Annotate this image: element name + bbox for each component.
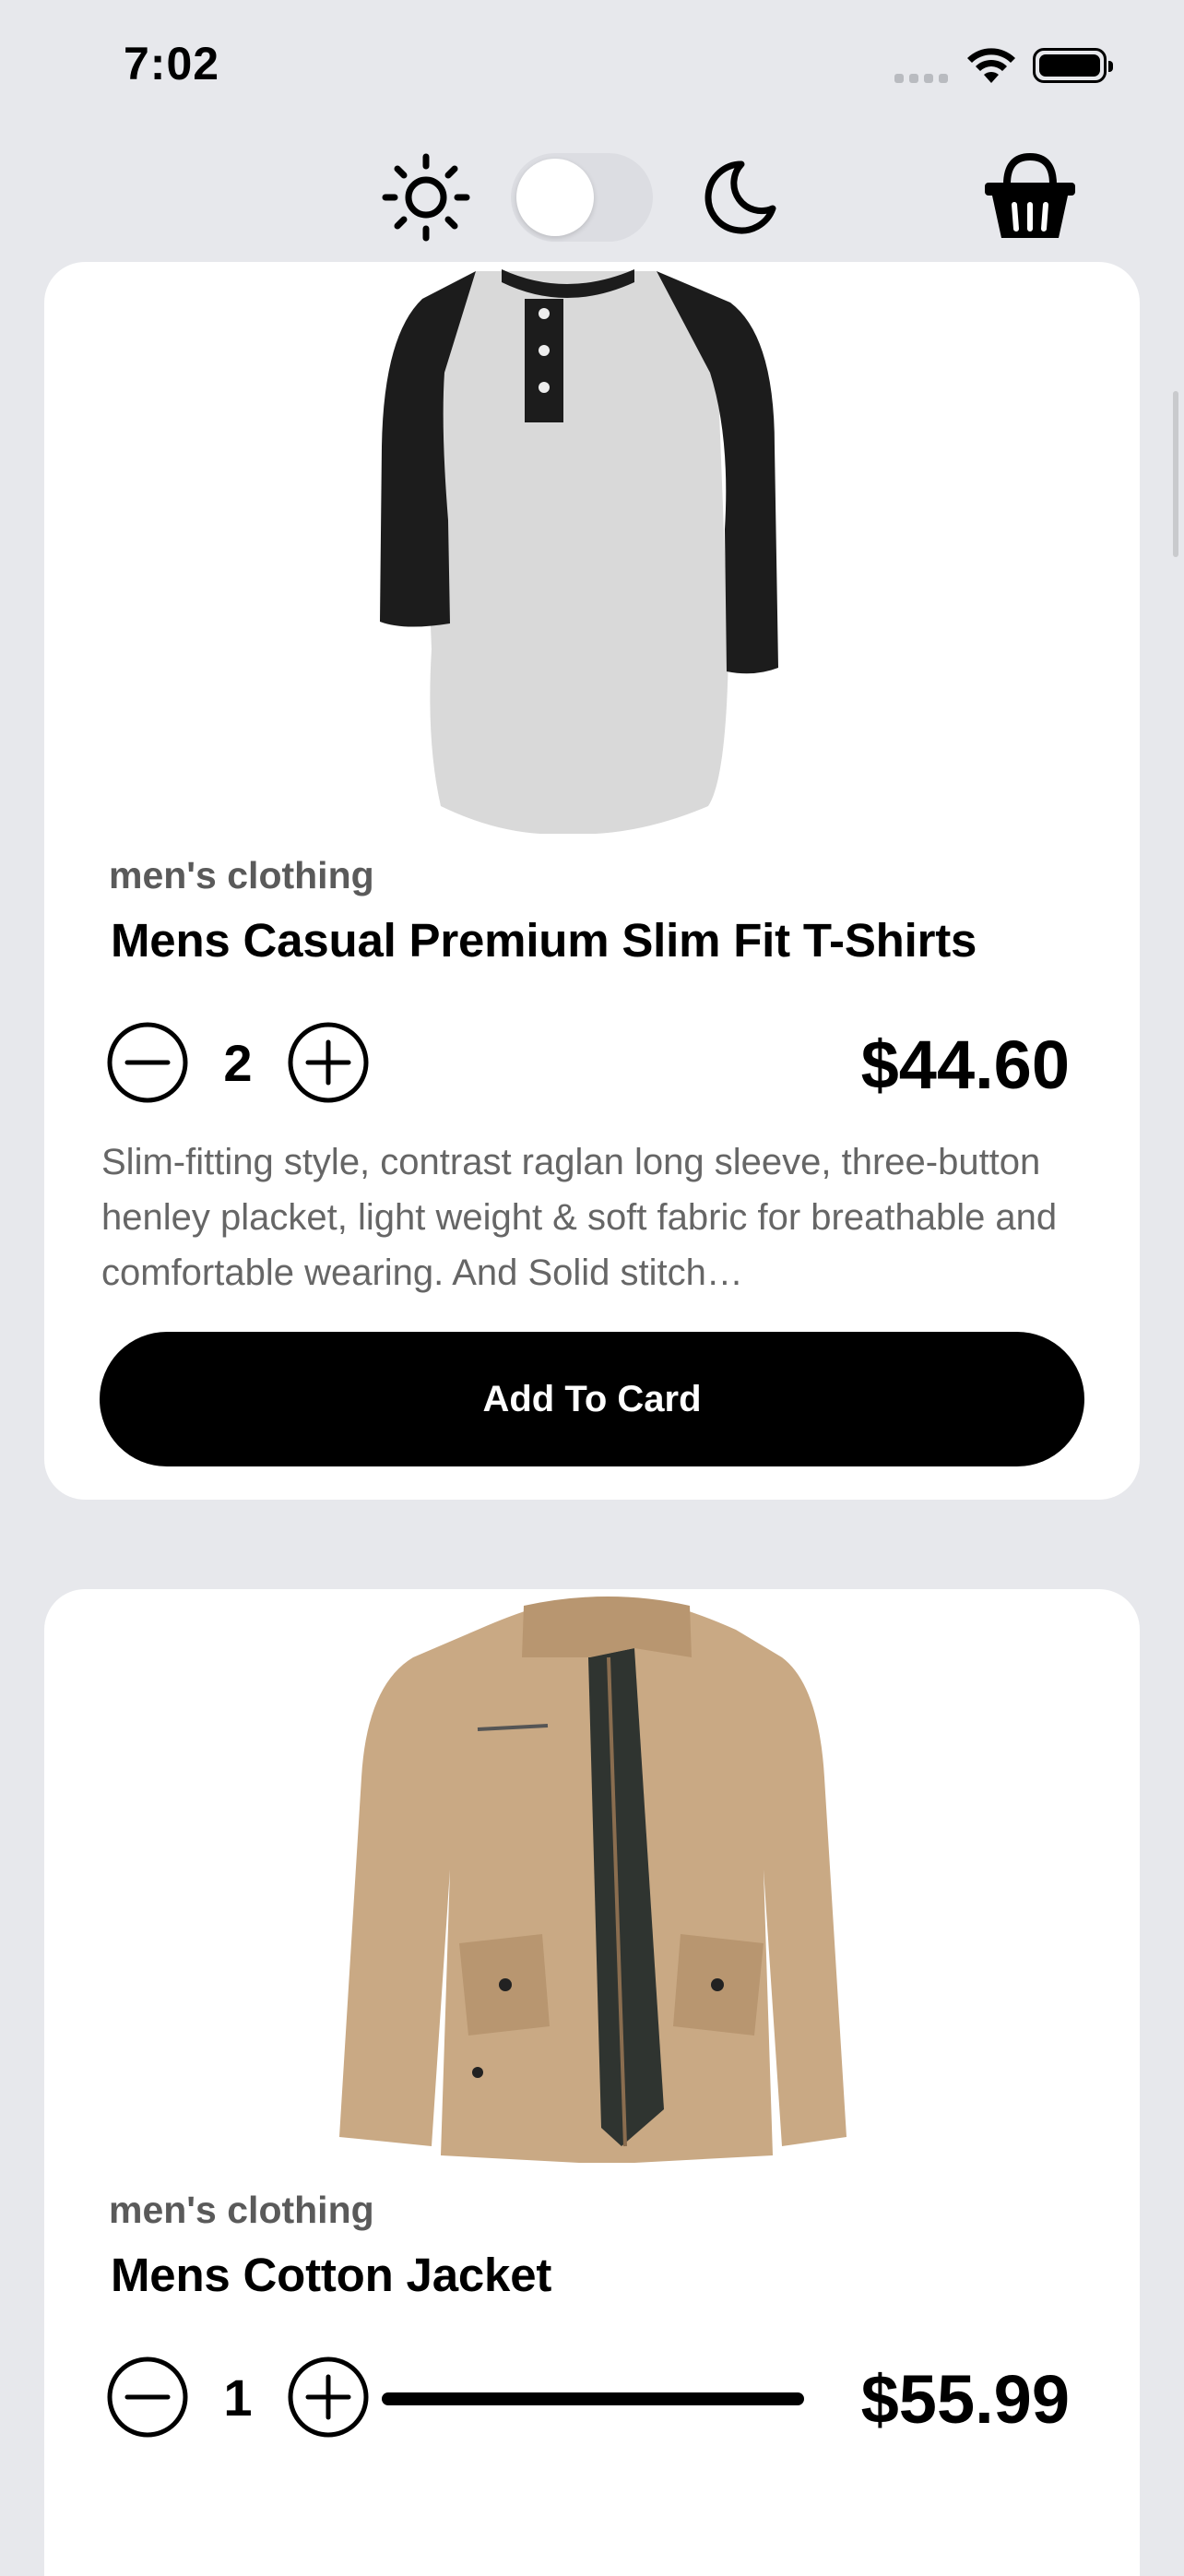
product-price: $55.99 xyxy=(860,2361,1070,2438)
product-title[interactable]: Mens Cotton Jacket xyxy=(111,2248,551,2302)
increment-button[interactable] xyxy=(288,2356,369,2438)
status-time: 7:02 xyxy=(124,38,220,89)
decrement-button[interactable] xyxy=(107,2356,188,2438)
product-category: men's clothing xyxy=(109,2189,374,2231)
cellular-signal-icon xyxy=(894,74,948,83)
add-to-card-button[interactable]: Add To Card xyxy=(100,1332,1084,1466)
product-description: Slim-fitting style, contrast raglan long… xyxy=(101,1142,1058,1293)
product-card[interactable]: men's clothing Mens Cotton Jacket 1 $55.… xyxy=(44,1589,1140,2576)
product-title[interactable]: Mens Casual Premium Slim Fit T-Shirts xyxy=(111,913,977,967)
wifi-icon xyxy=(967,48,1015,83)
scrollbar[interactable] xyxy=(1173,391,1178,557)
top-toolbar xyxy=(0,138,1184,258)
status-bar: 7:02 xyxy=(0,0,1184,129)
moon-icon[interactable] xyxy=(697,157,780,240)
theme-toggle[interactable] xyxy=(511,153,653,242)
product-card[interactable]: men's clothing Mens Casual Premium Slim … xyxy=(44,262,1140,1500)
basket-icon[interactable] xyxy=(981,151,1079,243)
product-price: $44.60 xyxy=(860,1027,1070,1103)
battery-icon xyxy=(1033,48,1113,83)
toggle-knob xyxy=(516,159,594,236)
home-indicator[interactable] xyxy=(382,2392,804,2405)
quantity-value: 1 xyxy=(223,2368,253,2427)
decrement-button[interactable] xyxy=(107,1022,188,1103)
product-category: men's clothing xyxy=(109,854,374,896)
increment-button[interactable] xyxy=(288,1022,369,1103)
quantity-stepper: 2 xyxy=(107,1016,369,1109)
quantity-stepper: 1 xyxy=(107,2351,369,2443)
sun-icon[interactable] xyxy=(380,151,472,243)
quantity-value: 2 xyxy=(223,1033,253,1092)
product-image-jacket xyxy=(339,1597,847,2163)
product-image-tshirt xyxy=(380,269,778,834)
